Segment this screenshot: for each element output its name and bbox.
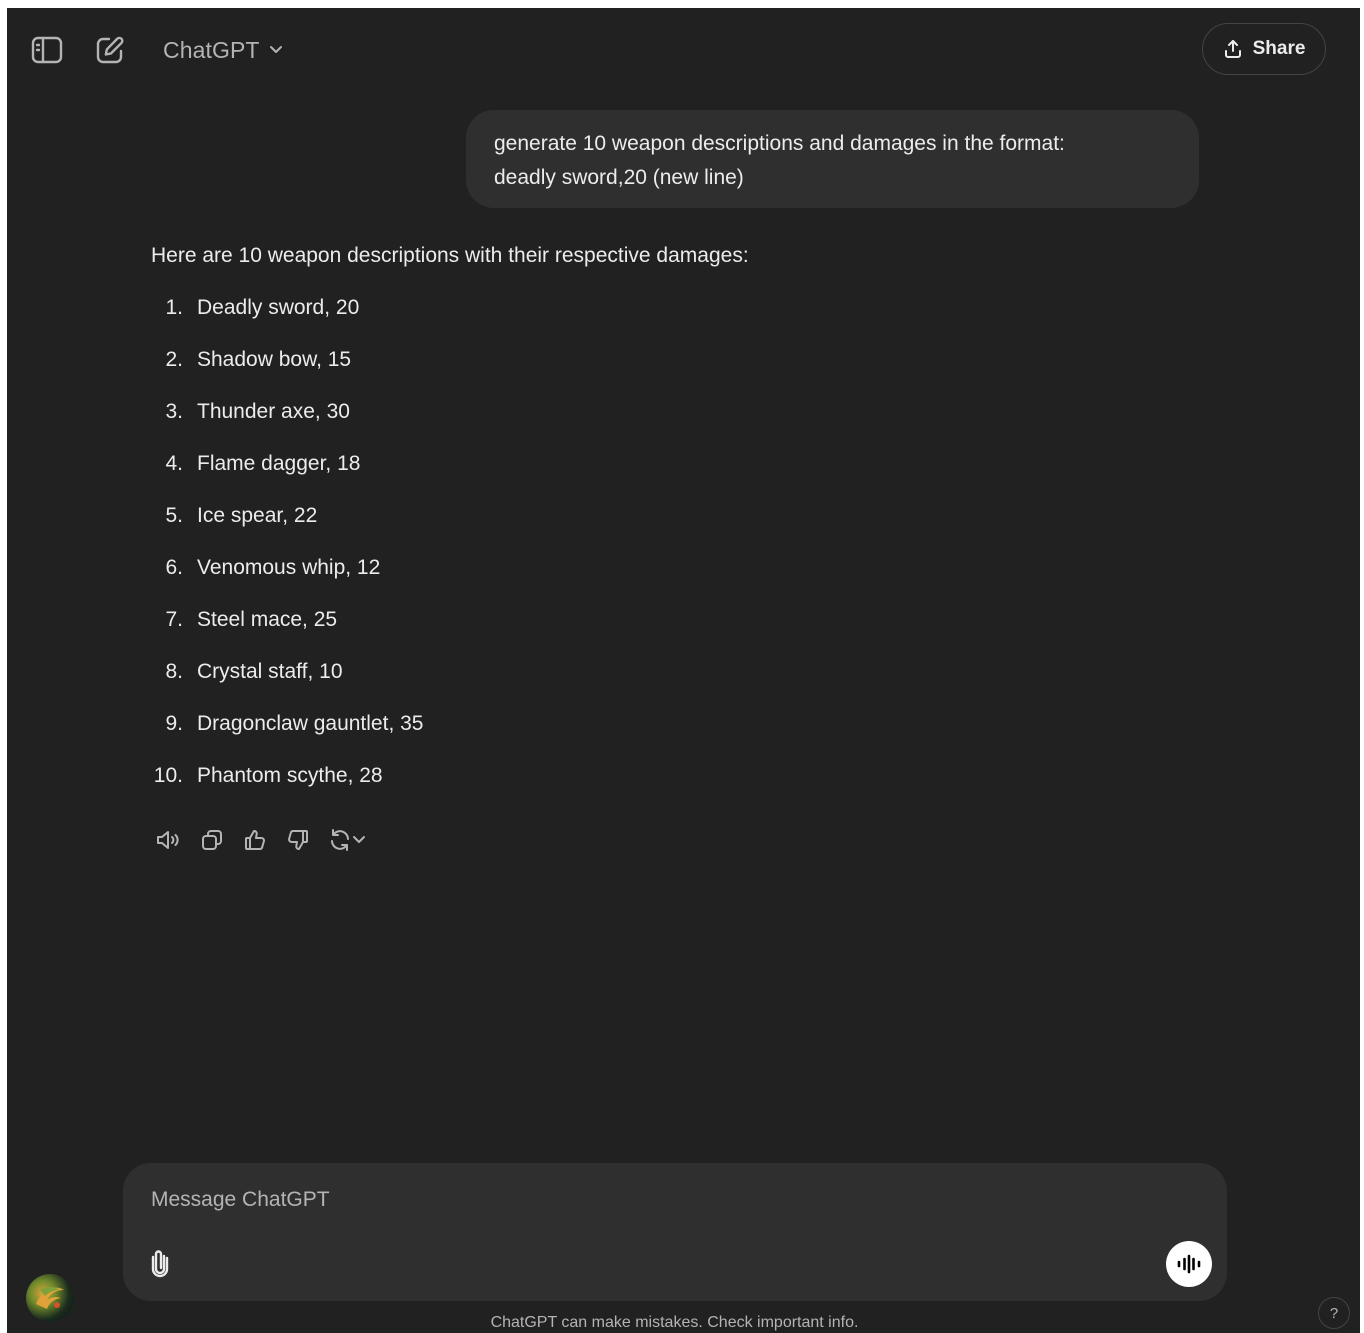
list-item-number: 3. [165,400,183,423]
list-item-text: Thunder axe, 30 [197,400,350,423]
chevron-down-icon [269,46,282,53]
user-message-line: deadly sword,20 (new line) [494,166,744,189]
disclaimer-text: ChatGPT can make mistakes. Check importa… [490,1314,859,1331]
list-item-text: Steel mace, 25 [197,608,338,631]
model-selector[interactable]: ChatGPT [153,32,294,68]
list-item-text: Phantom scythe, 28 [197,764,383,787]
help-icon: ? [1329,1304,1339,1322]
thumbs-up-button[interactable] [237,822,273,858]
list-item-text: Venomous whip, 12 [197,556,381,579]
list-item-text: Ice spear, 22 [197,504,318,527]
user-message-line: generate 10 weapon descriptions and dama… [494,132,1065,155]
chat-app: ChatGPT Share generate 10 weapon descrip… [7,8,1360,1333]
share-button[interactable]: Share [1202,23,1326,75]
list-item-number: 6. [165,556,183,579]
thumbs-down-button[interactable] [280,822,316,858]
share-label: Share [1252,38,1306,59]
list-item-text: Dragonclaw gauntlet, 35 [197,712,424,735]
chevron-down-icon [353,836,365,843]
list-item-number: 10. [153,764,183,787]
list-item-number: 9. [165,712,183,735]
list-item-text: Crystal staff, 10 [197,660,343,683]
assistant-intro: Here are 10 weapon descriptions with the… [151,244,749,267]
share-icon [1224,40,1241,58]
list-item-number: 4. [165,452,183,475]
list-item-text: Deadly sword, 20 [197,296,360,319]
list-item-text: Shadow bow, 15 [197,348,352,371]
read-aloud-button[interactable] [151,822,187,858]
sidebar-toggle-button[interactable] [29,32,65,68]
list-item-number: 8. [165,660,183,683]
message-composer [123,1163,1227,1301]
help-button[interactable]: ? [1318,1297,1350,1329]
list-item-number: 2. [165,348,183,371]
message-actions [151,822,378,858]
regenerate-button[interactable] [323,822,371,858]
list-item-text: Flame dagger, 18 [197,452,361,475]
list-item-number: 7. [165,608,183,631]
regenerate-icon [331,829,349,851]
new-chat-icon [96,36,124,64]
new-chat-button[interactable] [92,32,128,68]
copy-button[interactable] [194,822,230,858]
assistant-message: Here are 10 weapon descriptions with the… [151,238,1051,851]
thumbs-up-icon [245,830,265,850]
message-input[interactable] [149,1179,1053,1221]
top-bar: ChatGPT Share [7,8,1360,94]
voice-waveform-icon [1177,1254,1201,1274]
thumbs-down-icon [288,830,308,850]
list-item-number: 5. [165,504,183,527]
sidebar-icon [31,36,63,64]
paperclip-icon [151,1250,169,1278]
list-item-number: 1. [165,296,183,319]
voice-mode-button[interactable] [1166,1241,1212,1287]
attach-button[interactable] [143,1245,177,1281]
user-message-bubble: generate 10 weapon descriptions and dama… [466,110,1199,208]
read-aloud-icon [157,831,179,849]
copy-icon [202,830,222,850]
model-name: ChatGPT [163,36,260,63]
